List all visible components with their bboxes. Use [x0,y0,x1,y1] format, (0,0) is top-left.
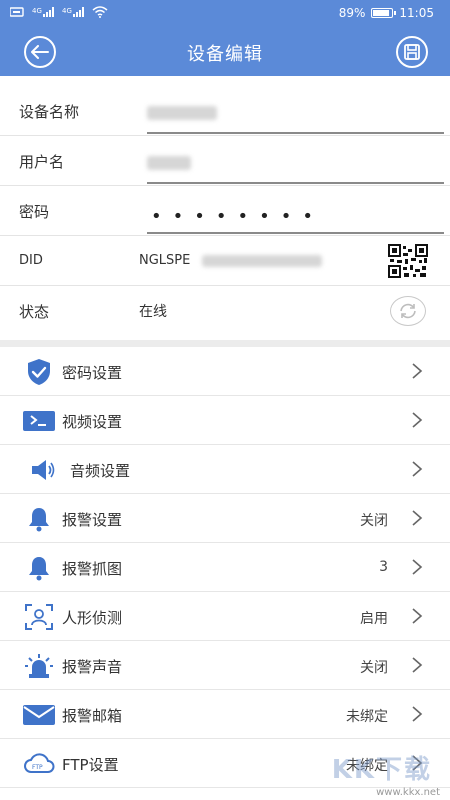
nav-bar: 设备编辑 [0,28,450,76]
device-name-blurred-value [147,106,217,120]
sim-icon [10,7,24,17]
password-field[interactable]: •••••••• [147,196,444,234]
status-value: 在线 [139,304,167,320]
video-terminal-icon [22,406,56,436]
menu-value: 关闭 [360,513,388,529]
chevron-right-icon [412,363,423,379]
status-bar: 4G 4G 89% 11:05 [0,0,450,28]
chevron-right-icon [412,559,423,575]
chevron-right-icon [412,608,423,624]
menu-item-alarm-email[interactable]: 报警邮箱 未绑定 [0,690,450,739]
person-detect-icon [22,602,56,632]
device-name-field[interactable] [147,96,444,134]
menu-label: 人形侦测 [62,609,123,627]
signal-icon: 4G [32,7,54,17]
mail-icon [22,700,56,730]
menu-label: FTP设置 [62,756,119,774]
svg-text:FTP: FTP [32,764,43,771]
device-edit-screen: 4G 4G 89% 11:05 设备编辑 设备名称 用户名 密码 •••••••… [0,0,450,800]
username-field[interactable] [147,146,444,184]
username-blurred-value [147,156,191,170]
menu-item-audio-settings[interactable]: 音频设置 [0,445,450,494]
chevron-right-icon [412,461,423,477]
menu-label: 音频设置 [70,462,131,480]
password-value: •••••••• [151,206,324,227]
menu-label: 视频设置 [62,413,123,431]
username-row: 用户名 [0,136,450,186]
status-row: 状态 在线 [0,286,450,336]
password-label: 密码 [19,203,50,221]
menu-item-human-detection[interactable]: 人形侦测 启用 [0,592,450,641]
chevron-right-icon [412,412,423,428]
bell-icon [22,504,56,534]
menu-item-password-settings[interactable]: 密码设置 [0,347,450,396]
username-label: 用户名 [19,153,65,171]
battery-fill [373,10,389,16]
clock: 11:05 [399,6,434,20]
page-title: 设备编辑 [187,44,263,65]
did-row: DID NGLSPE [0,236,450,286]
menu-label: 报警声音 [62,658,123,676]
password-row: 密码 •••••••• [0,186,450,236]
did-label: DID [19,253,43,268]
chevron-right-icon [412,510,423,526]
chevron-right-icon [412,706,423,722]
status-left: 4G 4G [10,6,108,18]
device-name-row: 设备名称 [0,86,450,136]
menu-value: 未绑定 [346,709,388,725]
watermark-url: www.kkx.net [376,787,440,798]
svg-text:4G: 4G [32,7,42,15]
device-name-label: 设备名称 [19,103,80,121]
speaker-icon [26,455,60,485]
status-label: 状态 [19,303,50,321]
battery-percent: 89% [338,6,366,20]
ftp-cloud-icon: FTP [22,749,56,779]
chevron-right-icon [412,657,423,673]
wifi-icon [92,6,108,18]
device-info-panel: 设备名称 用户名 密码 •••••••• DID NGLSPE 状态 在线 [0,76,450,340]
svg-text:4G: 4G [62,7,72,15]
menu-label: 密码设置 [62,364,123,382]
shield-check-icon [22,357,56,387]
settings-list: 密码设置 视频设置 音频设置 报警设置 关闭 报警抓图 3 人形侦测 启用 报警… [0,347,450,800]
status-right: 89% 11:05 [339,6,434,20]
signal-icon-2: 4G [62,7,84,17]
menu-label: 报警邮箱 [62,707,123,725]
menu-label: 报警抓图 [62,560,123,578]
menu-value: 3 [379,559,388,575]
menu-value: 关闭 [360,660,388,676]
refresh-icon [400,303,416,319]
menu-item-alarm-settings[interactable]: 报警设置 关闭 [0,494,450,543]
menu-item-alarm-capture[interactable]: 报警抓图 3 [0,543,450,592]
save-button[interactable] [396,36,428,68]
alarm-siren-icon [22,651,56,681]
did-blurred-value [202,255,322,267]
menu-value: 启用 [360,611,388,627]
menu-item-alarm-sound[interactable]: 报警声音 关闭 [0,641,450,690]
bell-capture-icon [22,553,56,583]
menu-item-video-settings[interactable]: 视频设置 [0,396,450,445]
menu-label: 报警设置 [62,511,123,529]
refresh-button[interactable] [390,296,426,326]
watermark-logo: KK下载 [331,755,432,785]
save-icon [404,44,420,60]
qr-code-icon[interactable] [388,244,428,278]
did-value: NGLSPE [139,253,191,268]
battery-icon [371,8,397,18]
